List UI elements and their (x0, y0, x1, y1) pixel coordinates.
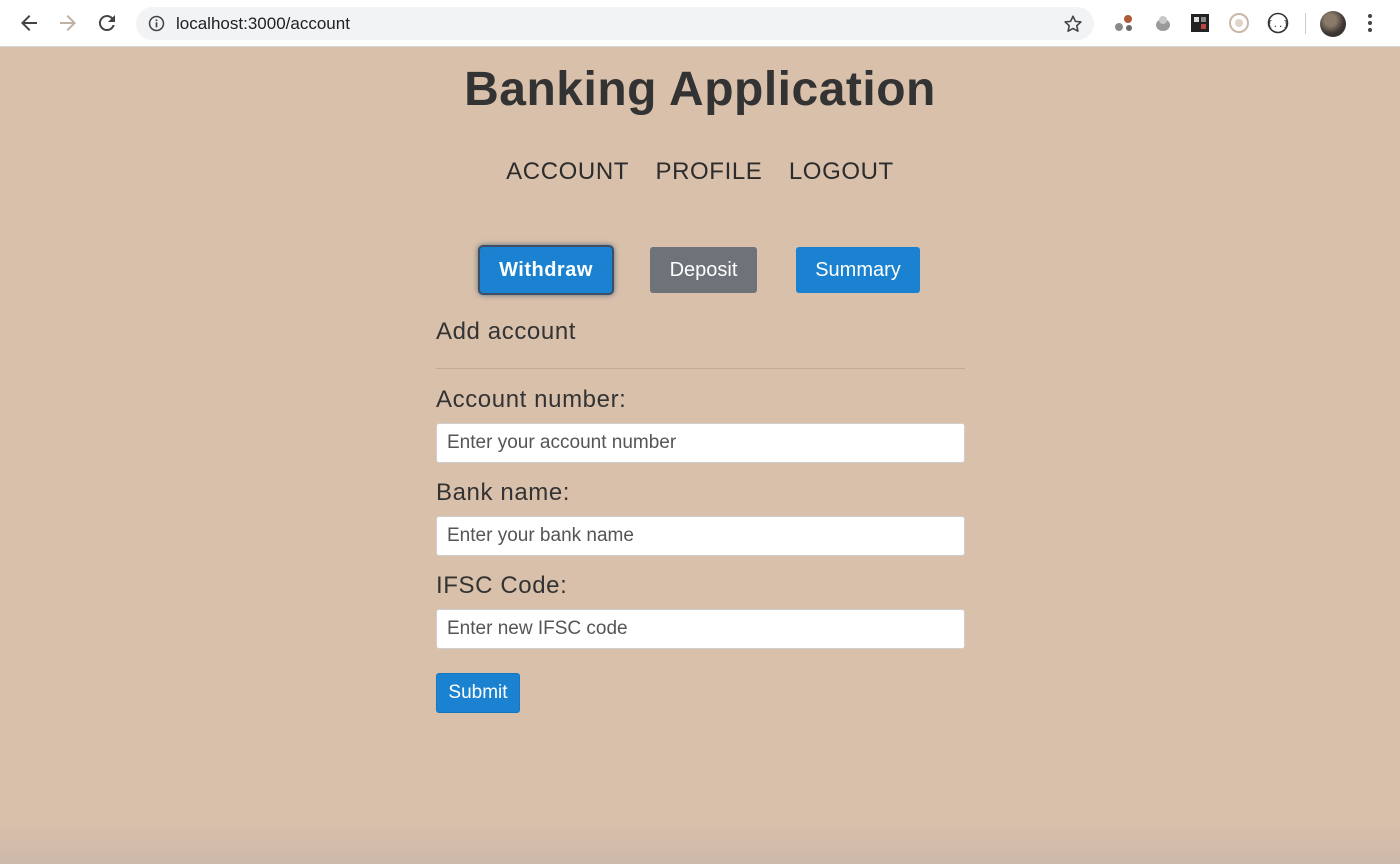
account-number-label: Account number: (436, 386, 627, 413)
url-text: localhost:3000/account (176, 14, 350, 34)
app-title: Banking Application (464, 63, 936, 116)
reload-icon[interactable] (95, 11, 119, 35)
browser-toolbar: localhost:3000/account {..} (0, 0, 1400, 47)
bank-name-label: Bank name: (436, 479, 571, 506)
nav-logout-link[interactable]: LOGOUT (789, 158, 894, 186)
bookmark-star-icon[interactable] (1062, 13, 1084, 35)
bank-name-input[interactable] (436, 516, 965, 556)
ifsc-code-label: IFSC Code: (436, 572, 568, 599)
forward-arrow-icon[interactable] (56, 11, 80, 35)
nav-profile-link[interactable]: PROFILE (656, 158, 763, 186)
extension-network-icon[interactable] (1113, 12, 1135, 34)
url-path: :3000/account (243, 14, 350, 33)
withdraw-button[interactable]: Withdraw (480, 247, 612, 293)
ifsc-code-input[interactable] (436, 609, 965, 649)
profile-avatar[interactable] (1320, 11, 1346, 37)
summary-button[interactable]: Summary (796, 247, 920, 293)
submit-button[interactable]: Submit (436, 673, 520, 713)
extension-target-icon[interactable] (1228, 12, 1250, 34)
extension-grid-icon[interactable] (1189, 12, 1211, 34)
menu-kebab-icon[interactable] (1365, 12, 1375, 34)
info-icon[interactable] (148, 15, 165, 32)
page-bottom-shade (0, 822, 1400, 864)
add-account-form: Add account Account number: Bank name: I… (436, 318, 965, 713)
back-arrow-icon[interactable] (17, 11, 41, 35)
form-title: Add account (436, 318, 577, 345)
address-bar[interactable]: localhost:3000/account (136, 7, 1094, 40)
deposit-button[interactable]: Deposit (650, 247, 757, 293)
account-number-input[interactable] (436, 423, 965, 463)
nav-account-link[interactable]: ACCOUNT (506, 158, 629, 186)
extension-code-icon[interactable]: {..} (1267, 12, 1289, 34)
main-nav: ACCOUNT PROFILE LOGOUT (0, 158, 1400, 186)
form-divider (436, 368, 965, 369)
url-host: localhost (176, 14, 244, 33)
svg-text:{..}: {..} (1267, 20, 1289, 30)
toolbar-separator (1305, 13, 1306, 34)
extension-animal-icon[interactable] (1152, 12, 1174, 34)
